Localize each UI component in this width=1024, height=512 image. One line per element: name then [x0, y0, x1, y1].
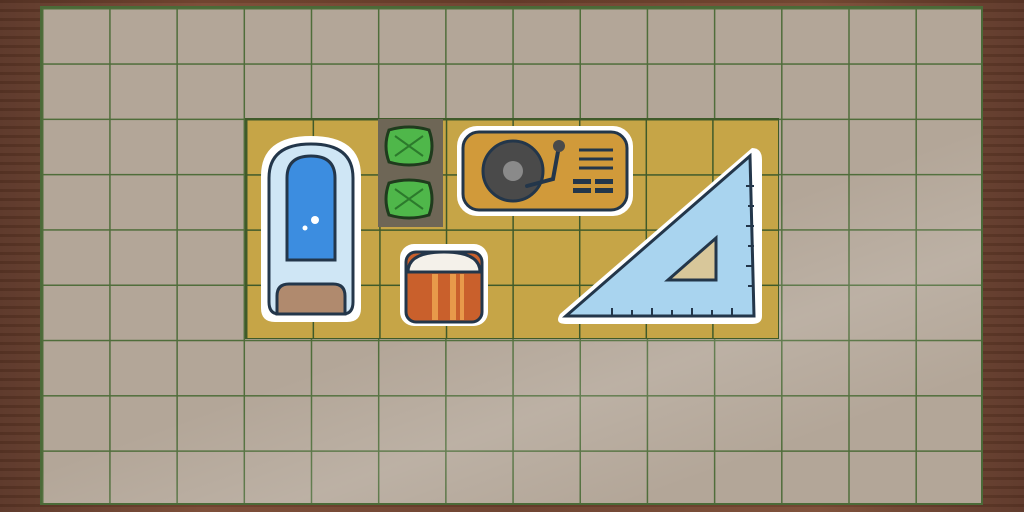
green-pillow-icon[interactable] — [383, 177, 435, 221]
striped-ottoman-icon[interactable] — [398, 242, 490, 328]
triangle-ruler-icon[interactable] — [552, 146, 764, 326]
green-pillow-icon[interactable] — [383, 124, 435, 168]
shower-capsule-icon[interactable] — [255, 132, 367, 332]
